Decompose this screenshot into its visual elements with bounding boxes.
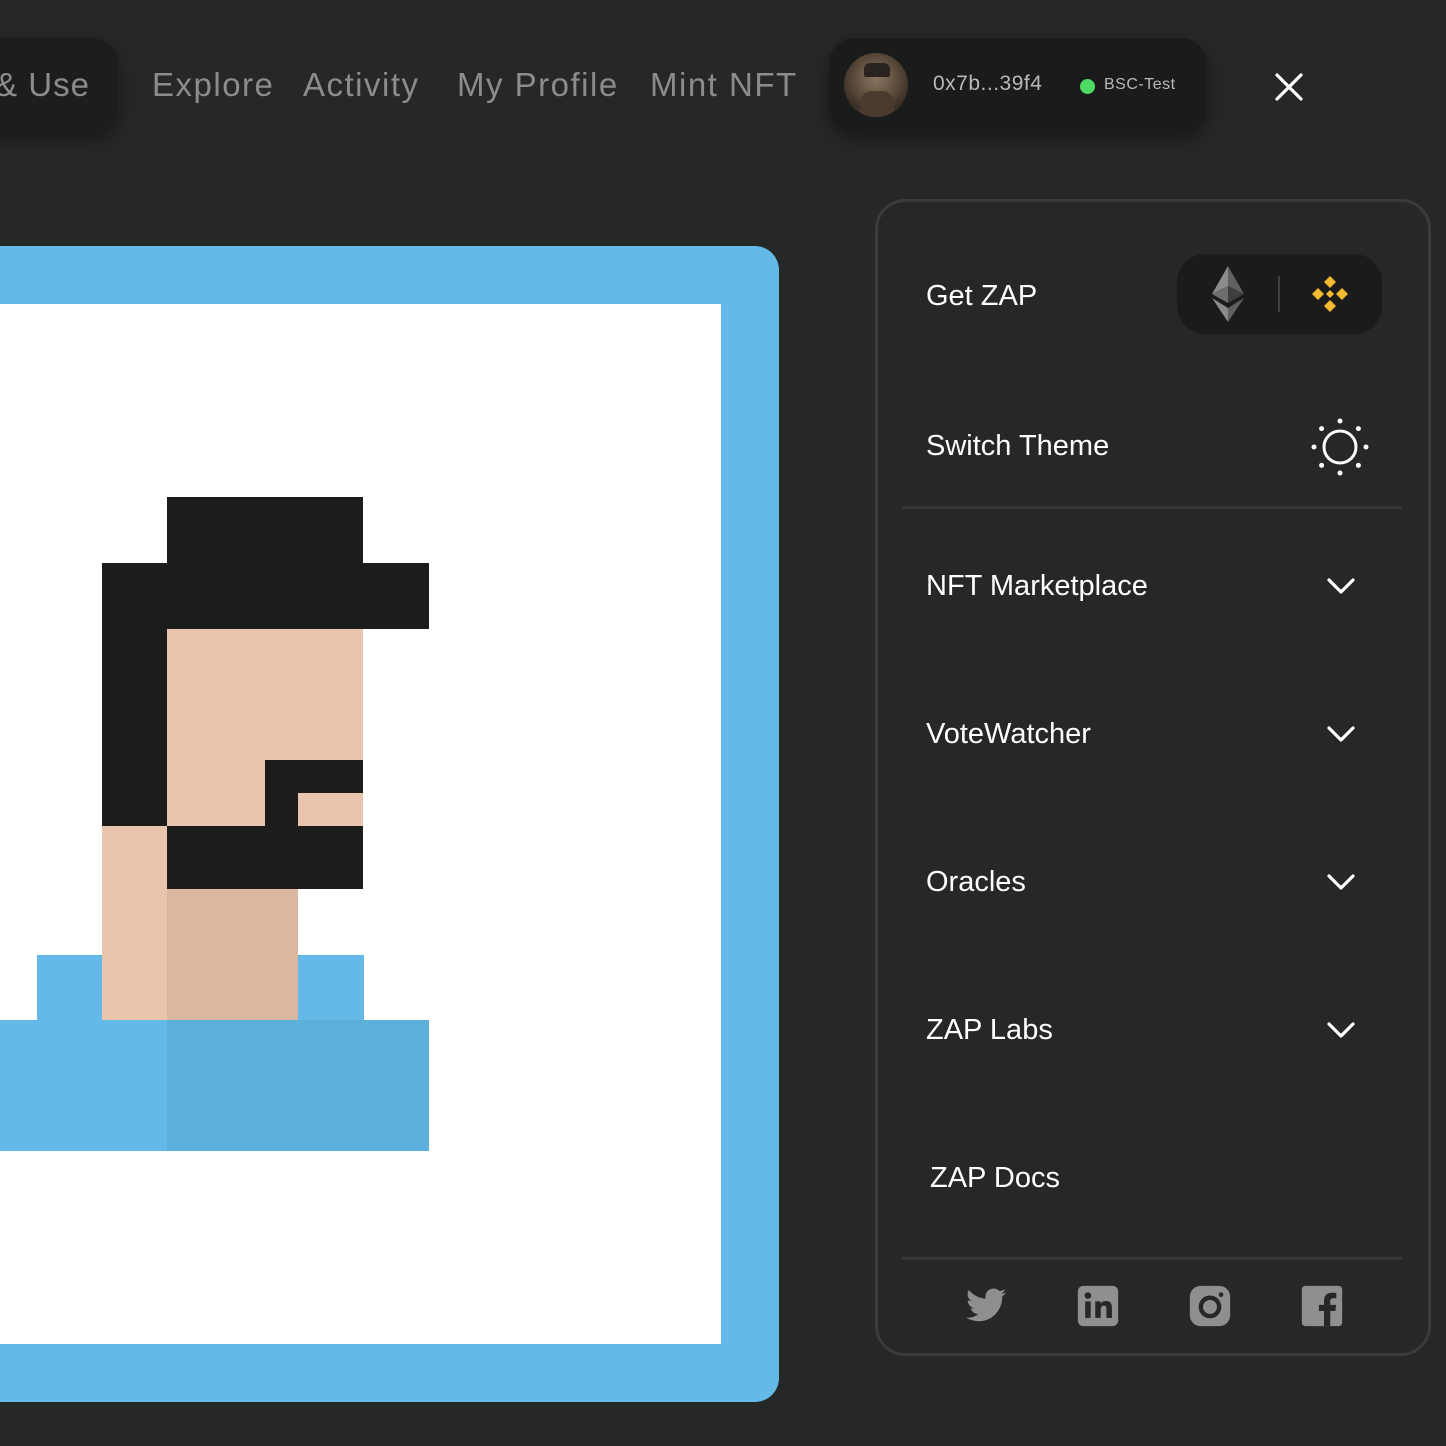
wallet-button[interactable]: 0x7b...39f4 BSC-Test	[829, 38, 1207, 132]
truncated-nav-label: s & Use	[0, 66, 90, 103]
twitter-icon[interactable]	[964, 1284, 1008, 1328]
switch-theme-label: Switch Theme	[926, 430, 1110, 462]
side-menu: Get ZAP Switch Theme NFT Marketplace Vot…	[875, 199, 1431, 1356]
pixel-beard	[167, 826, 363, 889]
avatar	[844, 53, 908, 117]
nav-my-profile[interactable]: My Profile	[457, 66, 619, 104]
chain-separator	[1278, 276, 1280, 312]
pixel-eye-drop	[265, 793, 298, 826]
pixel-shirt-shoulder-right	[298, 955, 364, 1020]
menu-item-label: NFT Marketplace	[926, 570, 1148, 602]
pixel-shirt-right	[167, 1020, 429, 1151]
nav-explore[interactable]: Explore	[152, 66, 274, 104]
menu-divider	[902, 1257, 1402, 1260]
menu-item-votewatcher[interactable]: VoteWatcher	[878, 695, 1428, 775]
truncated-nav-tab[interactable]: s & Use	[0, 38, 118, 132]
instagram-icon[interactable]	[1188, 1284, 1232, 1328]
pixel-hair-brim	[102, 563, 429, 629]
close-menu-button[interactable]	[1244, 42, 1334, 132]
menu-item-nft-marketplace[interactable]: NFT Marketplace	[878, 547, 1428, 627]
chevron-down-icon	[1327, 726, 1355, 742]
pixel-hair-side	[102, 629, 167, 826]
chevron-down-icon	[1327, 874, 1355, 890]
menu-item-oracles[interactable]: Oracles	[878, 843, 1428, 923]
menu-divider	[902, 506, 1402, 509]
pixel-cheek	[102, 826, 167, 1020]
get-zap-label: Get ZAP	[926, 280, 1038, 312]
linkedin-icon[interactable]	[1076, 1284, 1120, 1328]
menu-item-label: VoteWatcher	[926, 718, 1091, 750]
pixel-shirt-left	[0, 1020, 167, 1151]
menu-item-label: ZAP Labs	[926, 1014, 1053, 1046]
sun-icon[interactable]	[1310, 417, 1370, 477]
chain-switch	[1177, 254, 1382, 334]
ethereum-icon[interactable]	[1209, 264, 1247, 324]
nav-mint-nft[interactable]: Mint NFT	[650, 66, 798, 104]
binance-icon[interactable]	[1308, 272, 1352, 316]
facebook-icon[interactable]	[1300, 1284, 1344, 1328]
menu-item-zap-docs[interactable]: ZAP Docs	[878, 1139, 1428, 1219]
pixel-hair-top	[167, 497, 363, 563]
network-status-dot	[1080, 79, 1095, 94]
close-icon	[1275, 73, 1303, 101]
pixel-neck	[167, 889, 298, 1020]
chevron-down-icon	[1327, 578, 1355, 594]
wallet-address: 0x7b...39f4	[933, 72, 1043, 95]
switch-theme-row[interactable]: Switch Theme	[878, 407, 1428, 487]
pixel-shirt-shoulder-left	[37, 955, 102, 1020]
nav-activity[interactable]: Activity	[303, 66, 420, 104]
menu-item-label: ZAP Docs	[930, 1162, 1061, 1194]
menu-item-label: Oracles	[926, 866, 1026, 898]
menu-item-zap-labs[interactable]: ZAP Labs	[878, 991, 1428, 1071]
chevron-down-icon	[1327, 1022, 1355, 1038]
pixel-eye	[265, 760, 363, 793]
network-name: BSC-Test	[1104, 76, 1176, 93]
nft-image[interactable]	[0, 304, 721, 1344]
